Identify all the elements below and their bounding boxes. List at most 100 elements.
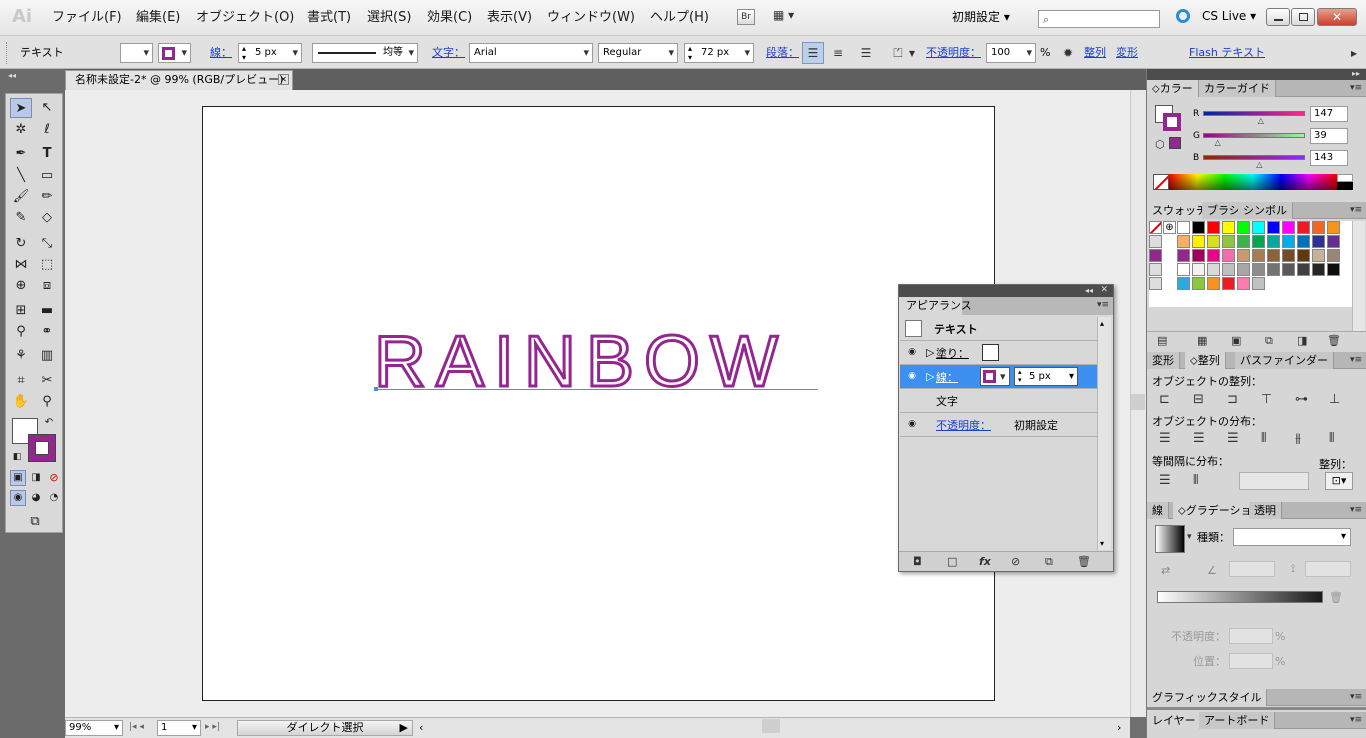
trash-icon[interactable]: 🗑: [1329, 592, 1343, 603]
menu-type[interactable]: 書式(T): [307, 11, 351, 24]
color-swatch[interactable]: [1192, 221, 1205, 234]
disclosure-triangle-icon[interactable]: ▷: [926, 365, 934, 389]
eraser-tool-icon[interactable]: ◇: [36, 208, 58, 228]
appearance-scrollbar[interactable]: ▴ ▾: [1097, 317, 1111, 550]
color-swatch[interactable]: [1192, 249, 1205, 262]
color-swatch[interactable]: [1297, 249, 1310, 262]
horizontal-distribute-center-icon[interactable]: ⫵: [1295, 432, 1301, 445]
color-swatch[interactable]: [1312, 249, 1325, 262]
color-swatch[interactable]: [1177, 249, 1190, 262]
color-swatch[interactable]: [1177, 277, 1190, 290]
vertical-distribute-top-icon[interactable]: ☰: [1159, 432, 1171, 445]
artboard-tool-icon[interactable]: ⌗: [10, 371, 32, 391]
color-swatch[interactable]: [1267, 221, 1280, 234]
show-kinds-icon[interactable]: ▦: [1197, 335, 1207, 346]
document-tab[interactable]: 名称未設定-2* @ 99% (RGB/プレビュー) ✕: [65, 70, 293, 90]
color-mode-icon[interactable]: ▣: [10, 470, 26, 486]
color-swatch[interactable]: [1237, 235, 1250, 248]
new-color-group-icon[interactable]: ⧉: [1265, 335, 1273, 346]
blob-brush-tool-icon[interactable]: ✎: [10, 208, 32, 228]
line-tool-icon[interactable]: ╲: [10, 166, 32, 186]
color-swatch[interactable]: [1237, 263, 1250, 276]
pattern-swatch[interactable]: [1149, 249, 1162, 262]
appearance-header-row[interactable]: テキスト: [900, 317, 1097, 341]
menu-file[interactable]: ファイル(F): [52, 11, 122, 24]
hand-tool-icon[interactable]: ✋: [10, 392, 32, 412]
tab-transparency[interactable]: 透明: [1249, 502, 1282, 519]
color-swatch[interactable]: [1222, 277, 1235, 290]
menu-effect[interactable]: 効果(C): [427, 11, 472, 24]
stroke-row[interactable]: ◉ ▷ 線： ▾ ▴ ▾ 5 px ▾: [900, 365, 1097, 389]
panel-menu-icon[interactable]: ▾≡: [1350, 355, 1362, 365]
opacity-link[interactable]: 不透明度：: [926, 47, 981, 58]
trash-icon[interactable]: 🗑: [1077, 556, 1091, 567]
font-family-dropdown[interactable]: Arial: [469, 43, 593, 63]
color-group-folder-icon[interactable]: [1149, 277, 1162, 290]
workspace-switcher[interactable]: 初期設定 ▾: [952, 11, 1010, 23]
draw-behind-icon[interactable]: ◕: [28, 490, 44, 506]
opacity-field[interactable]: 100: [986, 43, 1036, 63]
stroke-color-dropdown[interactable]: ▾: [980, 367, 1010, 386]
character-link[interactable]: 文字：: [432, 47, 465, 58]
fx-icon[interactable]: fx: [979, 556, 991, 567]
vertical-align-center-icon[interactable]: ⊶: [1295, 393, 1308, 406]
duplicate-item-icon[interactable]: ⧉: [1045, 556, 1053, 567]
align-right-icon[interactable]: ☰: [856, 43, 876, 63]
scroll-right-icon[interactable]: ›: [1117, 722, 1121, 733]
slice-tool-icon[interactable]: ✂: [36, 371, 58, 391]
color-swatch[interactable]: [1282, 249, 1295, 262]
vertical-align-top-icon[interactable]: ⊤: [1261, 393, 1272, 406]
color-swatch[interactable]: [1297, 263, 1310, 276]
align-left-icon[interactable]: ☰: [802, 42, 824, 64]
align-center-icon[interactable]: ≡: [828, 43, 848, 63]
r-slider[interactable]: [1203, 111, 1305, 116]
pencil-tool-icon[interactable]: ✏: [36, 187, 58, 207]
stroke-weight-field[interactable]: ▴ ▾ 5 px ▾: [1014, 367, 1078, 386]
zoom-dropdown[interactable]: 99% ▾: [65, 720, 123, 736]
color-swatch[interactable]: [1252, 277, 1265, 290]
fill-swatch[interactable]: [982, 344, 999, 361]
column-graph-tool-icon[interactable]: ▥: [36, 346, 58, 366]
eyedropper-tool-icon[interactable]: ⚲: [10, 322, 32, 342]
help-search-input[interactable]: ⌕: [1038, 10, 1160, 28]
panel-title-bar[interactable]: ◂◂ ✕: [899, 285, 1113, 297]
gradient-location-field[interactable]: [1229, 653, 1273, 669]
draw-inside-icon[interactable]: ◔: [46, 490, 62, 506]
tab-align[interactable]: ⬦整列: [1185, 352, 1226, 369]
r-value-field[interactable]: 147: [1310, 106, 1348, 122]
menu-select[interactable]: 選択(S): [367, 11, 411, 24]
color-swatch[interactable]: [1312, 235, 1325, 248]
color-swatch[interactable]: [1252, 235, 1265, 248]
collapse-icon[interactable]: ◂◂: [1085, 286, 1093, 295]
color-swatch[interactable]: [1177, 235, 1190, 248]
pen-tool-icon[interactable]: ✒: [10, 144, 32, 164]
gradient-type-dropdown[interactable]: ▾: [1233, 528, 1351, 546]
color-swatch[interactable]: [1312, 221, 1325, 234]
stroke-swatch[interactable]: [28, 434, 56, 462]
black-swatch[interactable]: [1337, 182, 1353, 190]
color-swatch[interactable]: [1177, 221, 1190, 234]
swap-colors-icon[interactable]: ↶: [42, 416, 56, 430]
gradient-thumbnail[interactable]: [1155, 525, 1185, 553]
none-swatch-icon[interactable]: [1149, 221, 1162, 234]
color-swatch[interactable]: [1192, 263, 1205, 276]
tab-appearance[interactable]: アピアランス: [900, 297, 972, 315]
perspective-grid-tool-icon[interactable]: ⧈: [36, 276, 58, 296]
panel-menu-icon[interactable]: ▾≡: [1350, 505, 1362, 515]
stroke-profile-dropdown[interactable]: 均等: [312, 43, 418, 63]
horizontal-scroll-thumb[interactable]: [762, 719, 780, 733]
scale-tool-icon[interactable]: ⤡: [36, 234, 58, 254]
color-swatch[interactable]: [1282, 235, 1295, 248]
align-link[interactable]: 整列: [1084, 47, 1106, 58]
color-swatch[interactable]: [1222, 249, 1235, 262]
color-swatch[interactable]: [1207, 249, 1220, 262]
expand-icon[interactable]: ▸▸: [1352, 69, 1360, 78]
panel-menu-icon[interactable]: ▾≡: [1350, 83, 1362, 93]
color-swatch[interactable]: [1222, 263, 1235, 276]
reverse-gradient-icon[interactable]: ⇄: [1161, 565, 1170, 576]
zoom-tool-icon[interactable]: ⚲: [36, 392, 58, 412]
gradient-mode-icon[interactable]: ◨: [28, 470, 44, 486]
color-spectrum[interactable]: [1169, 174, 1337, 190]
color-swatch[interactable]: [1252, 263, 1265, 276]
stroke-link[interactable]: 線：: [210, 47, 232, 58]
